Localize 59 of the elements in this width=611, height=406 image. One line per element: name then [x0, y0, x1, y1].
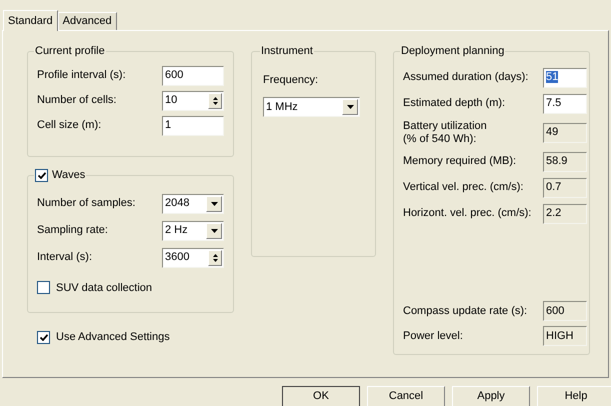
group-title: Deployment planning	[401, 45, 504, 57]
field-label: Compass update rate (s):	[403, 304, 528, 318]
dropdown-button[interactable]	[206, 196, 222, 212]
caret-icon	[346, 105, 354, 109]
field-label: Profile interval (s):	[37, 69, 126, 82]
check-icon	[40, 334, 48, 341]
field-label: Number of samples:	[37, 197, 136, 210]
check-icon	[38, 172, 46, 179]
input-field[interactable]: 51	[543, 68, 587, 88]
field-label: Number of cells:	[37, 94, 116, 107]
field-label: Vertical vel. prec. (cm/s):	[403, 181, 524, 194]
field-label: Cell size (m):	[37, 119, 102, 132]
spin-field[interactable]: 10	[162, 90, 224, 110]
checkbox[interactable]	[37, 281, 50, 294]
dialog-button[interactable]: Help	[537, 386, 611, 406]
field-label: Horizont. vel. prec. (cm/s):	[403, 207, 532, 220]
caret-icon	[210, 228, 218, 232]
dropdown[interactable]: 1 MHz	[263, 97, 360, 117]
field-label: Estimated depth (m):	[403, 97, 506, 110]
field-label: Power level:	[403, 330, 463, 342]
dialog-button[interactable]: Apply	[452, 386, 530, 406]
dropdown-button[interactable]	[342, 99, 358, 115]
tab[interactable]: Standard	[3, 10, 58, 31]
up-arrow-icon	[212, 254, 218, 256]
caret-icon	[210, 202, 218, 206]
field-label: Frequency:	[263, 72, 320, 88]
dropdown[interactable]: 2048	[162, 194, 224, 214]
group-title: Instrument	[261, 45, 313, 57]
readonly-field: 49	[543, 122, 587, 142]
checkbox-label: SUV data collection	[56, 280, 152, 296]
group-title: Waves	[52, 168, 86, 183]
readonly-field: 0.7	[543, 178, 587, 198]
group-title: Current profile	[35, 45, 105, 57]
up-arrow-icon	[212, 96, 218, 100]
input-field[interactable]: 1	[162, 116, 224, 136]
spinner-button[interactable]	[208, 92, 222, 108]
dropdown-button[interactable]	[206, 222, 222, 238]
tab[interactable]: Advanced	[58, 12, 117, 30]
readonly-field: 2.2	[543, 204, 587, 224]
checkbox-label: Use Advanced Settings	[56, 330, 170, 345]
checkbox[interactable]	[35, 168, 48, 182]
readonly-field: HIGH	[543, 326, 587, 346]
spin-field[interactable]: 3600	[162, 248, 224, 268]
readonly-field: 600	[543, 301, 587, 321]
field-label: Interval (s):	[37, 251, 92, 264]
down-arrow-icon	[212, 258, 218, 262]
input-field[interactable]: 600	[162, 66, 224, 86]
readonly-field: 58.9	[543, 152, 587, 172]
field-label: Assumed duration (days):	[403, 71, 528, 84]
field-label: Sampling rate:	[37, 224, 108, 237]
dialog-button[interactable]: OK	[282, 386, 360, 406]
spinner-button[interactable]	[208, 250, 222, 266]
down-arrow-icon	[212, 102, 218, 104]
dropdown[interactable]: 2 Hz	[162, 220, 224, 240]
checkbox[interactable]	[37, 330, 50, 344]
field-label: Memory required (MB):	[403, 155, 516, 168]
dialog-button[interactable]: Cancel	[367, 386, 445, 406]
input-field[interactable]: 7.5	[543, 94, 587, 114]
field-label: Battery utilization (% of 540 Wh):	[403, 120, 487, 146]
